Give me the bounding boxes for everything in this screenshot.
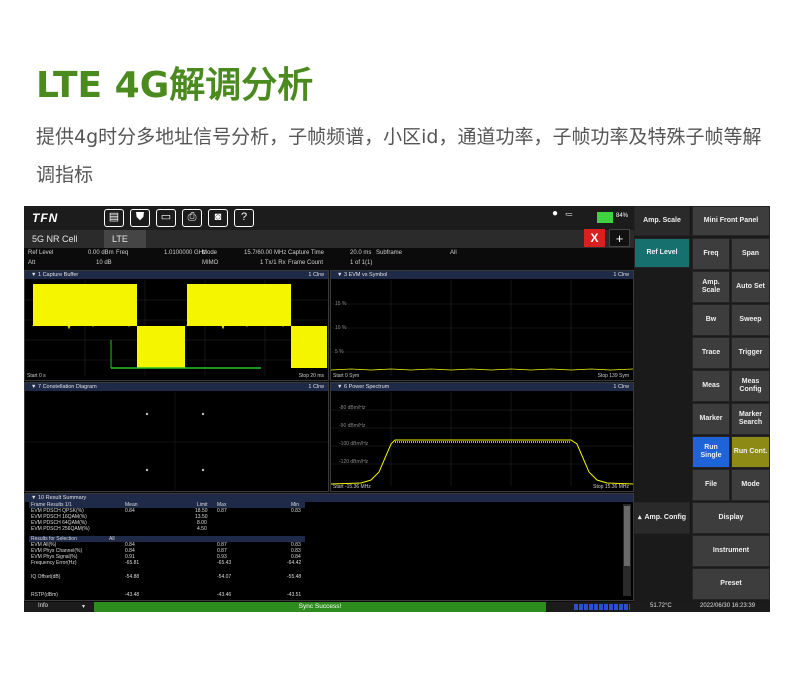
param-value: 1 Tx/1 Rx: [260, 260, 286, 266]
trace-button[interactable]: Trace: [692, 337, 730, 369]
amp-scale-button[interactable]: Amp. Scale: [692, 271, 730, 303]
pane-title: ▼ 3 EVM vs Symbol 1 Clrw: [331, 271, 633, 279]
add-tab-button[interactable]: +: [609, 229, 630, 247]
span-button[interactable]: Span: [731, 238, 770, 270]
run-single-button[interactable]: Run Single: [692, 436, 730, 468]
chevron-up-icon: ▴: [637, 514, 642, 521]
help-icon[interactable]: ?: [234, 209, 254, 227]
capture-buffer-pane[interactable]: ▼ 1 Capture Buffer 1 Clrw Start 0 s Stop 2…: [24, 270, 329, 381]
spectrum-tick: -80 dBm/Hz: [339, 405, 366, 411]
param-label: Capture Time: [288, 250, 325, 256]
tab-lte[interactable]: LTE: [104, 230, 146, 248]
temperature: 51.72°C: [650, 603, 672, 609]
datetime: 2022/06/30 16:23:39: [700, 603, 756, 609]
tab-5g-nr-cell[interactable]: 5G NR Cell: [24, 230, 102, 248]
network-icon: ≔: [565, 210, 573, 219]
evm-tick: 5 %: [335, 349, 344, 355]
power-spectrum-pane[interactable]: ▼ 6 Power Spectrum 1 Clrw -80 dBm/Hz -90 …: [330, 382, 634, 492]
sweep-button[interactable]: Sweep: [731, 304, 770, 336]
shield-icon[interactable]: ⛊: [130, 209, 150, 227]
location-icon: ●: [552, 208, 559, 219]
pane-title: ▼ 10 Result Summary: [25, 494, 633, 502]
param-label: Subframe: [376, 250, 403, 256]
bw-button[interactable]: Bw: [692, 304, 730, 336]
param-value: 15.7/60.00 MHz: [244, 250, 287, 256]
param-label: Ref Level: [28, 250, 54, 256]
spectrum-tick: -90 dBm/Hz: [339, 423, 366, 429]
constellation-pane[interactable]: ▼ 7 Constellation Diagram 1 Clrw: [24, 382, 329, 492]
meas-button[interactable]: Meas: [692, 370, 730, 402]
scrollbar[interactable]: [623, 504, 631, 596]
folder-icon[interactable]: ▭: [156, 209, 176, 227]
evm-vs-symbol-pane[interactable]: ▼ 3 EVM vs Symbol 1 Clrw 15 % 10 % 5 % St…: [330, 270, 634, 381]
constellation-plot: [25, 392, 328, 492]
analyzer-screen: TFN ▤ ⛊ ▭ ⎙ ◙ ? ● ≔ 84% 5G NR Cell LTE X…: [24, 206, 770, 612]
page-description: 提供4g时分多地址信号分析，子帧频谱，小区id，通道功率，子帧功率及特殊子帧等解…: [36, 126, 762, 186]
table-row: RSTP(dBm) -43.48 -43.46 -43.51: [31, 592, 302, 598]
top-toolbar: TFN ▤ ⛊ ▭ ⎙ ◙ ? ● ≔ 84%: [24, 206, 634, 230]
ref-level-button[interactable]: Ref Level: [634, 238, 690, 268]
param-label: Att: [28, 260, 36, 266]
app-logo: TFN: [32, 211, 59, 225]
preset-button[interactable]: Preset: [692, 568, 770, 600]
sync-status: Sync Success!: [94, 602, 546, 612]
param-value: 1 of 1(1): [350, 260, 373, 266]
param-label: MIMO: [202, 260, 219, 266]
marker-search-button[interactable]: Marker Search: [731, 403, 770, 435]
pane-title: ▼ 1 Capture Buffer 1 Clrw: [25, 271, 328, 279]
pane-footer: Start 0 Sym Stop 139 Sym: [333, 373, 629, 379]
param-value: 1.0100000 GHz: [164, 250, 207, 256]
param-value: 20.0 ms: [350, 250, 372, 256]
chevron-down-icon[interactable]: ▾: [82, 603, 85, 610]
pane-footer: Start 0 s Stop 20 ms: [27, 373, 324, 379]
battery-level: 84%: [616, 213, 629, 219]
pane-title: ▼ 7 Constellation Diagram 1 Clrw: [25, 383, 328, 391]
scrollbar-thumb[interactable]: [624, 506, 630, 566]
window-icon[interactable]: ▤: [104, 209, 124, 227]
result-summary-pane[interactable]: ▼ 10 Result Summary Frame Results 1/1 Me…: [24, 493, 634, 601]
param-row-2: Att 10 dB MIMO 1 Tx/1 Rx Frame Count 1 o…: [24, 259, 634, 269]
freq-button[interactable]: Freq: [692, 238, 730, 270]
param-value: 10 dB: [96, 260, 112, 266]
trigger-button[interactable]: Trigger: [731, 337, 770, 369]
page-title: LTE 4G解调分析: [36, 65, 314, 106]
close-button[interactable]: X: [584, 229, 605, 247]
amp-scale-header[interactable]: Amp. Scale: [634, 206, 690, 236]
capture-buffer-trace: [25, 280, 328, 376]
evm-tick: 10 %: [335, 325, 347, 331]
param-label: Mode: [202, 250, 218, 256]
spectrum-tick: -100 dBm/Hz: [339, 441, 369, 447]
pane-footer: Start -15.36 MHz Stop 15.36 MHz: [333, 484, 629, 490]
info-dropdown[interactable]: Info: [38, 603, 48, 609]
run-cont-button[interactable]: Run Cont.: [731, 436, 770, 468]
marker-button[interactable]: Marker: [692, 403, 730, 435]
param-value: 0.00 dBm: [88, 250, 114, 256]
meas-config-button[interactable]: Meas Config: [731, 370, 770, 402]
evm-tick: 15 %: [335, 301, 347, 307]
result-table: Frame Results 1/1 Mean Limit Max Min EVM…: [29, 502, 305, 598]
mini-front-panel-button[interactable]: Mini Front Panel: [692, 206, 770, 236]
param-label: Freq: [116, 250, 129, 256]
spectrum-trace: [331, 392, 633, 486]
param-row-1: Ref Level 0.00 dBm Freq 1.0100000 GHz Mo…: [24, 249, 634, 259]
amp-config-button[interactable]: ▴ Amp. Config: [634, 502, 690, 534]
battery-icon: [597, 212, 613, 223]
camera-icon[interactable]: ◙: [208, 209, 228, 227]
instrument-button[interactable]: Instrument: [692, 535, 770, 567]
softkey-panel: Amp. Scale Mini Front Panel Ref Level Fr…: [634, 206, 770, 612]
evm-trace: [331, 280, 633, 376]
signal-meter: [574, 604, 630, 610]
param-value: All: [450, 250, 457, 256]
file-button[interactable]: File: [692, 469, 730, 501]
spectrum-tick: -120 dBm/Hz: [339, 459, 369, 465]
pane-title: ▼ 6 Power Spectrum 1 Clrw: [331, 383, 633, 391]
tab-bar: 5G NR Cell LTE: [24, 230, 634, 248]
status-bar: Info ▾ Sync Success! 51.72°C 2022/06/30 …: [24, 602, 770, 612]
mode-button[interactable]: Mode: [731, 469, 770, 501]
auto-set-button[interactable]: Auto Set: [731, 271, 770, 303]
display-button[interactable]: Display: [692, 502, 770, 534]
printer-icon[interactable]: ⎙: [182, 209, 202, 227]
param-label: Frame Count: [288, 260, 324, 266]
